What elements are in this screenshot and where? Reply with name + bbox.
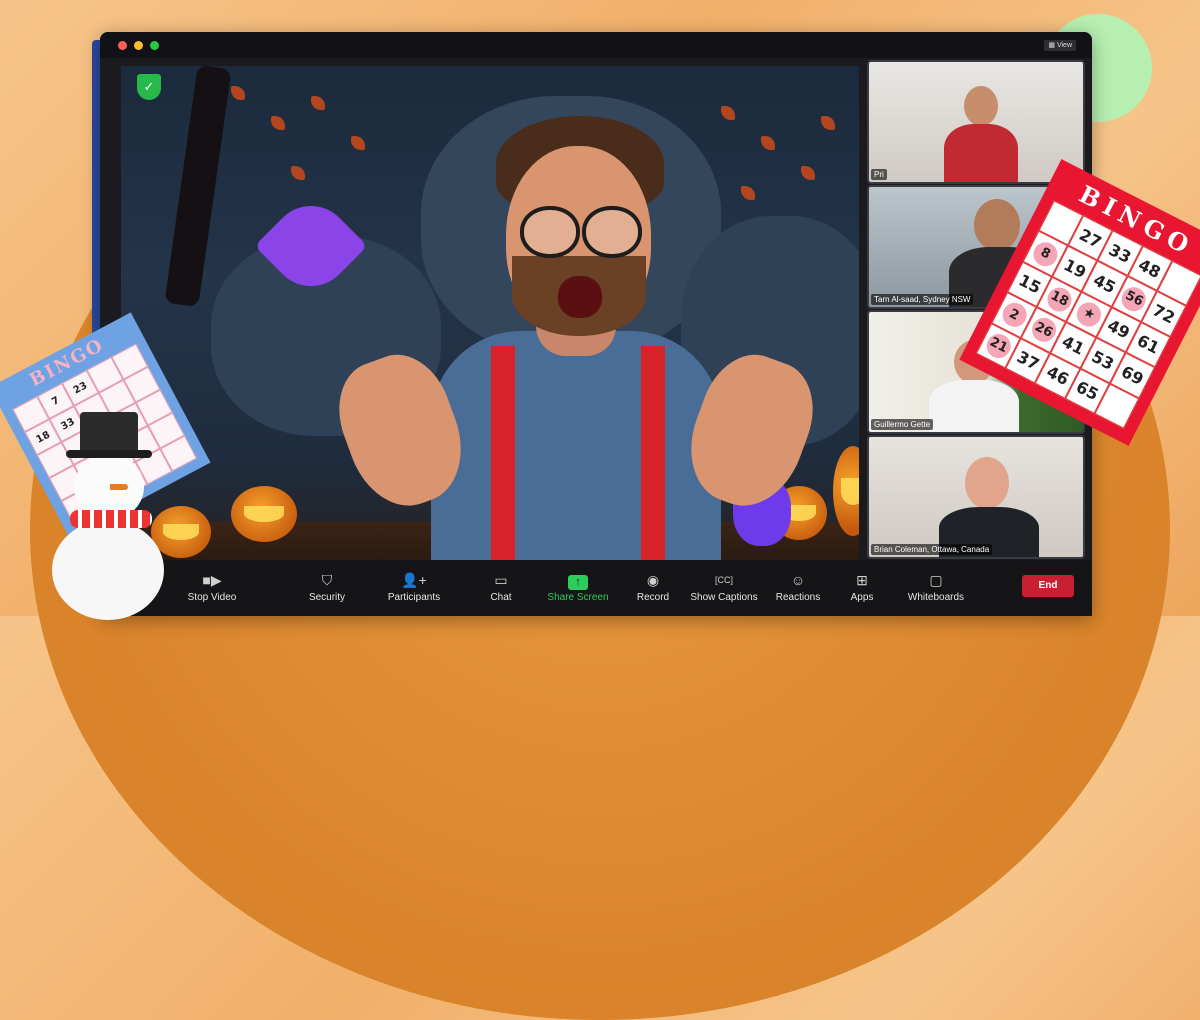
participant-name: Guillermo Gette: [871, 419, 934, 430]
whiteboards-label: Whiteboards: [907, 592, 965, 603]
participant-video: [974, 199, 1020, 251]
whiteboard-icon: ▢: [929, 572, 943, 588]
reactions-label: Reactions: [775, 592, 821, 603]
shield-icon: ⛉: [321, 572, 333, 588]
participant-video: [964, 86, 998, 126]
participants-icon: 👤+: [401, 572, 427, 588]
participants-label: Participants: [387, 592, 441, 603]
meeting-toolbar: ■▶ Stop Video ⛉ Security 👤+ Participants…: [100, 560, 1092, 616]
security-label: Security: [308, 592, 346, 603]
view-button[interactable]: ▦ View: [1044, 40, 1076, 51]
apps-button[interactable]: ⊞ Apps: [848, 566, 876, 603]
security-button[interactable]: ⛉ Security: [302, 566, 352, 603]
video-camera-icon: ■▶: [202, 572, 222, 588]
chat-bubble-icon: ▭: [494, 572, 508, 588]
bingo-dab: 26: [1027, 313, 1060, 347]
participants-button[interactable]: 👤+ Participants: [384, 566, 444, 603]
show-captions-label: Show Captions: [690, 592, 758, 603]
stop-video-label: Stop Video: [187, 592, 237, 603]
participant-name: Tarn Al-saad, Sydney NSW: [871, 294, 974, 305]
show-captions-button[interactable]: [CC] Show Captions: [690, 566, 758, 603]
background-tree: [164, 66, 232, 308]
bingo-dab: 56: [1117, 282, 1151, 316]
autumn-leaf: [291, 166, 305, 180]
share-screen-icon: ↑: [546, 572, 610, 590]
bingo-dab: 21: [982, 329, 1015, 362]
record-label: Record: [636, 592, 670, 603]
bingo-dab: ★: [1072, 298, 1106, 331]
bingo-dab: 2: [997, 298, 1031, 332]
stop-video-button[interactable]: ■▶ Stop Video: [184, 566, 240, 603]
maximize-window-button[interactable]: [150, 41, 159, 50]
encryption-shield-icon[interactable]: ✓: [137, 74, 161, 100]
participant-tile[interactable]: Pri: [867, 60, 1085, 184]
chat-button[interactable]: ▭ Chat: [484, 566, 518, 603]
minimize-window-button[interactable]: [134, 41, 143, 50]
view-button-label: View: [1056, 42, 1072, 49]
share-screen-label: Share Screen: [547, 592, 609, 603]
reactions-button[interactable]: ☺ Reactions: [774, 566, 822, 603]
jack-o-lantern: [231, 486, 297, 542]
speaker-person: [323, 106, 829, 592]
snowman-sticker: [52, 412, 172, 620]
share-screen-button[interactable]: ↑ Share Screen: [546, 566, 610, 603]
record-icon: ◉: [646, 572, 660, 588]
end-meeting-button[interactable]: End: [1022, 575, 1074, 597]
participant-name: Pri: [871, 169, 887, 180]
record-button[interactable]: ◉ Record: [634, 566, 672, 603]
participant-tile[interactable]: Brian Coleman, Ottawa, Canada: [867, 435, 1085, 559]
autumn-leaf: [231, 86, 245, 100]
chat-label: Chat: [490, 592, 512, 603]
autumn-leaf: [311, 96, 325, 110]
glasses: [520, 206, 580, 258]
title-bar: ▦ View: [100, 32, 1092, 58]
meeting-window: ▦ View ✓ Pri Tarn Al-saad, Sydney NSW Gu…: [100, 32, 1092, 616]
apps-icon: ⊞: [856, 572, 868, 588]
autumn-leaf: [351, 136, 365, 150]
autumn-leaf: [821, 116, 835, 130]
active-speaker-video: ✓: [121, 66, 859, 592]
suspender-left: [491, 346, 515, 592]
smiley-plus-icon: ☺: [790, 572, 806, 588]
suspender-right: [641, 346, 665, 592]
autumn-leaf: [801, 166, 815, 180]
close-window-button[interactable]: [118, 41, 127, 50]
speaker-shirt: [431, 331, 721, 592]
whiteboards-button[interactable]: ▢ Whiteboards: [904, 566, 968, 603]
apps-label: Apps: [850, 592, 874, 603]
bingo-dab: 18: [1043, 283, 1076, 316]
autumn-leaf: [271, 116, 285, 130]
participant-name: Brian Coleman, Ottawa, Canada: [871, 544, 993, 555]
bingo-dab: 8: [1029, 237, 1062, 270]
cc-icon: [CC]: [715, 575, 733, 585]
participant-video: [965, 457, 1009, 509]
